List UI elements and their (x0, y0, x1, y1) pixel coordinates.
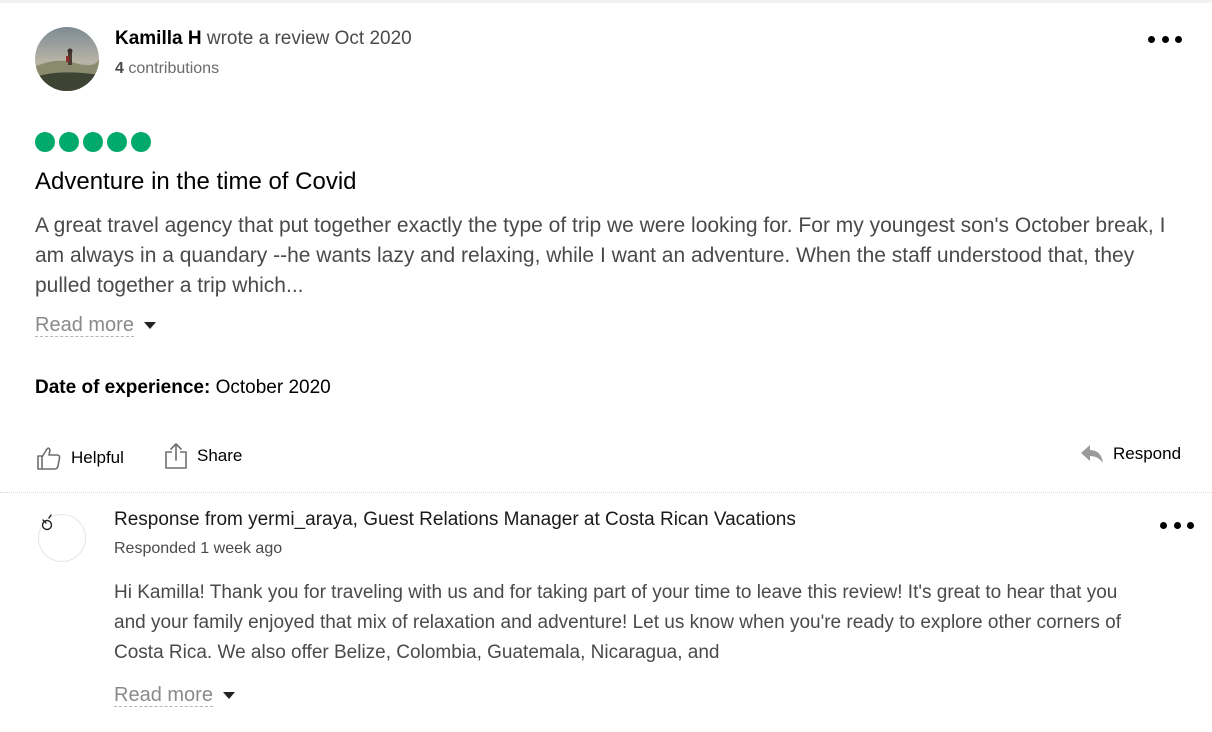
response-divider (0, 492, 1212, 493)
contributions-label: contributions (128, 60, 220, 77)
rating-bubble (131, 132, 151, 152)
review-read-more-button[interactable]: Read more (35, 314, 156, 337)
share-button[interactable]: Share (164, 442, 242, 470)
response-title: Response from yermi_araya, Guest Relatio… (114, 509, 796, 530)
helpful-label: Helpful (71, 448, 124, 467)
date-of-experience-label: Date of experience: (35, 377, 211, 398)
read-more-label: Read more (114, 684, 213, 707)
response-more-options-button[interactable] (1160, 517, 1194, 533)
chevron-down-icon (222, 692, 235, 699)
rating-bubble (107, 132, 127, 152)
manager-avatar[interactable] (38, 514, 86, 562)
reviewer-name[interactable]: Kamilla H (115, 28, 202, 49)
respond-label: Respond (1113, 444, 1182, 463)
reviewer-avatar-image (35, 27, 99, 91)
response-read-more-button[interactable]: Read more (114, 684, 235, 707)
manager-avatar-icon (41, 514, 53, 531)
thumbs-up-icon (37, 447, 61, 470)
review-text: A great travel agency that put together … (35, 214, 1166, 297)
read-more-label: Read more (35, 314, 134, 337)
rating-bubbles (35, 132, 151, 152)
review-author-line: Kamilla H wrote a review Oct 2020 (115, 28, 412, 50)
top-divider (0, 0, 1212, 3)
review-more-options-button[interactable] (1148, 31, 1182, 47)
respond-button[interactable]: Respond (1080, 444, 1181, 464)
date-of-experience-value: October 2020 (215, 377, 331, 398)
helpful-button[interactable]: Helpful (36, 445, 124, 471)
response-date: Responded 1 week ago (114, 540, 283, 557)
rating-bubble (83, 132, 103, 152)
contributions-number: 4 (115, 60, 124, 77)
more-options-icon (1160, 521, 1167, 529)
more-options-icon (1148, 35, 1155, 43)
review-meta: wrote a review Oct 2020 (206, 28, 412, 49)
response-text: Hi Kamilla! Thank you for traveling with… (114, 582, 1121, 663)
chevron-down-icon (143, 322, 156, 329)
reply-arrow-icon (1081, 445, 1103, 463)
review-title[interactable]: Adventure in the time of Covid (35, 168, 357, 196)
rating-bubble (59, 132, 79, 152)
share-icon (165, 443, 187, 469)
reviewer-avatar[interactable] (35, 27, 99, 91)
contributions-count: 4 contributions (115, 60, 219, 78)
rating-bubble (35, 132, 55, 152)
date-of-experience: Date of experience: October 2020 (35, 377, 331, 399)
share-label: Share (197, 446, 243, 465)
